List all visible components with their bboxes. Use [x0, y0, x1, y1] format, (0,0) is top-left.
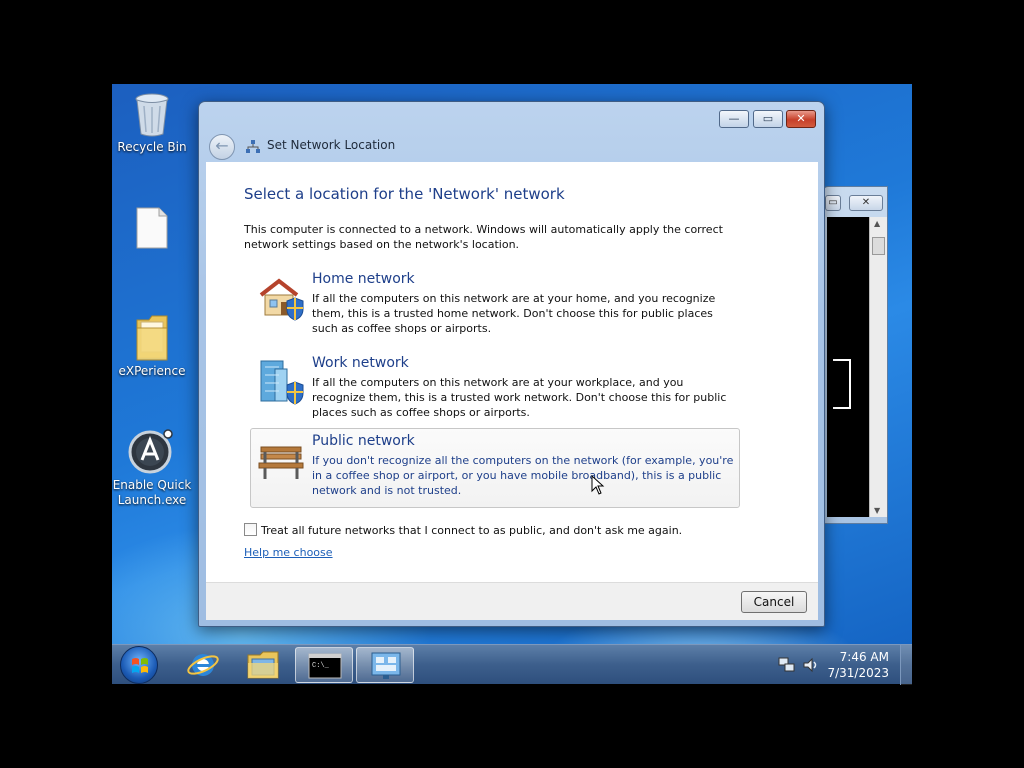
- mouse-cursor-icon: [591, 475, 605, 495]
- work-network-description: If all the computers on this network are…: [312, 376, 727, 419]
- intro-text: This computer is connected to a network.…: [244, 223, 723, 251]
- scrollbar-thumb[interactable]: [872, 237, 885, 255]
- work-network-icon: [260, 360, 304, 405]
- console-output-box: [833, 359, 851, 409]
- window-title: Set Network Location: [267, 138, 396, 152]
- volume-tray-icon[interactable]: [802, 657, 820, 673]
- scroll-up-icon[interactable]: ▲: [874, 219, 880, 228]
- dialog-footer: Cancel: [206, 582, 818, 620]
- public-network-description: If you don't recognize all the computers…: [312, 454, 734, 497]
- back-arrow-icon[interactable]: ←: [209, 134, 235, 160]
- folder-icon: [136, 315, 168, 361]
- clock-date[interactable]: 7/31/2023: [827, 666, 889, 680]
- treat-as-public-label: Treat all future networks that I connect…: [261, 524, 683, 537]
- close-button[interactable]: ✕: [786, 110, 816, 128]
- cancel-button[interactable]: Cancel: [741, 591, 807, 613]
- help-me-choose-link[interactable]: Help me choose: [244, 546, 333, 559]
- recycle-bin-icon: [135, 93, 169, 137]
- experience-folder-shortcut[interactable]: eXPerience: [112, 314, 194, 379]
- taskbar-file-explorer[interactable]: [234, 647, 292, 683]
- scrollbar[interactable]: ▲ ▼: [869, 217, 887, 517]
- home-network-title: Home network: [312, 271, 415, 287]
- clock-time[interactable]: 7:46 AM: [840, 650, 889, 664]
- maximize-button[interactable]: ▭: [825, 195, 841, 211]
- file-explorer-icon: [247, 651, 279, 679]
- work-network-option[interactable]: Work network If all the computers on thi…: [250, 350, 740, 430]
- set-network-location-dialog: — ▭ ✕ ← Set Network Location Select a lo…: [198, 101, 825, 627]
- treat-as-public-checkbox-row[interactable]: Treat all future networks that I connect…: [244, 523, 682, 537]
- public-network-title: Public network: [312, 433, 415, 449]
- start-button[interactable]: [120, 646, 158, 684]
- taskbar-command-prompt[interactable]: C:\_: [295, 647, 353, 683]
- recycle-bin-shortcut[interactable]: Recycle Bin: [112, 92, 194, 155]
- enable-quick-launch-label: Enable Quick Launch.exe: [112, 478, 192, 507]
- network-settings-icon: [371, 652, 401, 679]
- enable-quick-launch-shortcut[interactable]: Enable Quick Launch.exe: [112, 428, 194, 508]
- dialog-content: Select a location for the 'Network' netw…: [206, 162, 818, 582]
- command-prompt-window[interactable]: ▭ ✕ ▲ ▼: [822, 186, 888, 524]
- windows-logo-icon: [132, 658, 148, 673]
- network-tray-icon[interactable]: [778, 657, 796, 673]
- network-icon: [246, 140, 260, 153]
- show-desktop-button[interactable]: [900, 645, 912, 685]
- blank-file-shortcut[interactable]: [112, 206, 194, 252]
- file-icon: [136, 207, 168, 249]
- home-network-option[interactable]: Home network If all the computers on thi…: [250, 266, 740, 346]
- taskbar-network-settings[interactable]: [356, 647, 414, 683]
- minimize-button[interactable]: —: [719, 110, 749, 128]
- taskbar: C:\_ 7:46 AM 7/31/2023: [112, 644, 912, 685]
- svg-text:C:\_: C:\_: [312, 662, 330, 670]
- treat-as-public-checkbox[interactable]: [244, 523, 257, 536]
- recycle-bin-label: Recycle Bin: [117, 140, 187, 154]
- experience-label: eXPerience: [118, 364, 186, 378]
- home-network-icon: [259, 278, 304, 321]
- scroll-down-icon[interactable]: ▼: [874, 506, 880, 515]
- command-prompt-icon: C:\_: [308, 653, 342, 679]
- quick-launch-app-icon: [128, 429, 173, 474]
- internet-explorer-icon: [187, 654, 219, 676]
- home-network-description: If all the computers on this network are…: [312, 292, 716, 335]
- public-network-bench-icon: [258, 446, 304, 479]
- public-network-option[interactable]: Public network If you don't recognize al…: [250, 428, 740, 508]
- maximize-button[interactable]: ▭: [753, 110, 783, 128]
- taskbar-internet-explorer[interactable]: [174, 647, 232, 683]
- work-network-title: Work network: [312, 355, 409, 371]
- close-button[interactable]: ✕: [849, 195, 883, 211]
- page-heading: Select a location for the 'Network' netw…: [244, 185, 565, 203]
